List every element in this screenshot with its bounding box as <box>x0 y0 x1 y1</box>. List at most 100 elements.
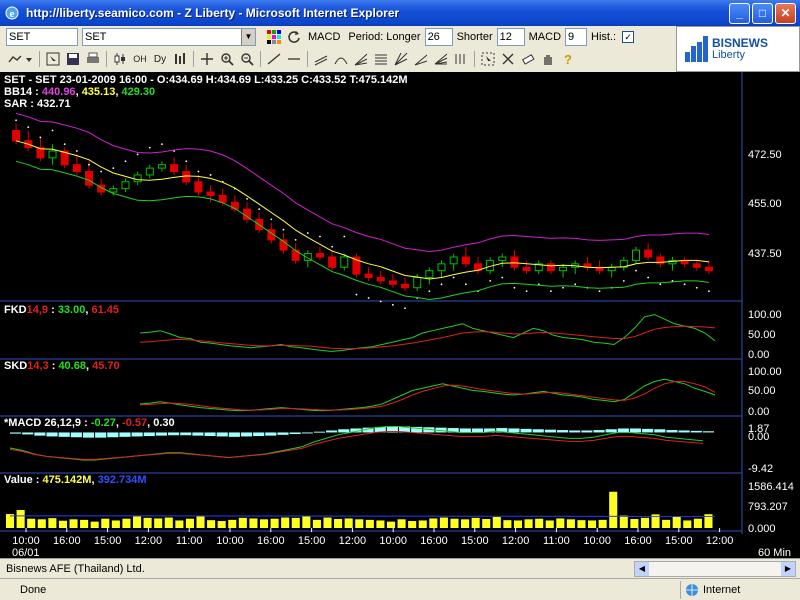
chart-toolbar-top: SET SET ▼ MACD Period: Longer 26 Shorter… <box>0 26 675 48</box>
sar-dot <box>683 283 686 286</box>
candle <box>461 256 470 265</box>
macd-hist-bar <box>143 432 155 437</box>
volume-bar <box>630 519 639 528</box>
x-date-label: 06/01 <box>12 547 40 558</box>
bb-label: BB14 : <box>4 86 39 98</box>
volume-bar <box>37 519 46 528</box>
fib-fan-icon[interactable] <box>431 49 451 69</box>
gann-icon[interactable] <box>391 49 411 69</box>
maximize-button[interactable]: □ <box>752 2 773 24</box>
symbol-input[interactable]: SET <box>6 28 78 46</box>
sar-dot <box>15 119 17 122</box>
macd-hist-bar <box>313 431 326 433</box>
print-icon[interactable] <box>83 49 103 69</box>
shorter-input[interactable]: 12 <box>496 28 525 46</box>
ohlc-icon[interactable]: OH <box>130 49 150 69</box>
candlestick-icon[interactable] <box>110 49 130 69</box>
macd-hist-bar <box>277 432 289 435</box>
minimize-button[interactable]: _ <box>729 2 750 24</box>
sar-dot <box>367 297 370 299</box>
chart-type-icon[interactable] <box>6 49 36 69</box>
horizontal-scrollbar[interactable]: ◀ ▶ <box>634 560 796 577</box>
fkd-label: FKD <box>4 304 27 316</box>
candle <box>546 263 555 272</box>
bar-type-icon[interactable] <box>170 49 190 69</box>
volume-bar <box>524 519 533 528</box>
zoom-in-icon[interactable] <box>217 49 237 69</box>
volume-avg-line <box>9 515 716 517</box>
fkd-value-k: 33.00 <box>57 304 86 316</box>
cycle-icon[interactable] <box>451 49 471 69</box>
fan-icon[interactable] <box>351 49 371 69</box>
x-tick-label: 11:00 <box>176 535 203 547</box>
select-icon[interactable] <box>478 49 498 69</box>
refresh-icon[interactable] <box>284 27 304 47</box>
candle <box>145 167 154 176</box>
candle <box>413 276 422 289</box>
sar-dot <box>161 143 163 146</box>
help-icon[interactable]: ? <box>558 49 578 69</box>
macd-input[interactable]: 9 <box>565 28 588 46</box>
candle <box>12 130 21 142</box>
period-longer-label: Period: Longer <box>348 31 421 43</box>
symbol-select[interactable]: SET ▼ <box>82 28 256 46</box>
macd-hist-bar <box>180 432 192 436</box>
macd-hist-bar <box>629 428 642 433</box>
macd-hist-bar <box>240 432 253 437</box>
skd-legend: SKD14,3 : 40.68, 45.70 <box>4 360 120 372</box>
x-tick-label: 12:00 <box>339 535 367 547</box>
volume-bar <box>154 518 163 528</box>
scroll-right-icon[interactable]: ▶ <box>781 561 795 576</box>
trend-line-icon[interactable] <box>264 49 284 69</box>
arc-icon[interactable] <box>331 49 351 69</box>
chart-area[interactable]: 472.50 455.00 437.50 100.00 50.00 0.00 100.00 5… <box>0 72 800 558</box>
fibonacci-icon[interactable] <box>371 49 391 69</box>
fkd-k-line <box>139 314 716 352</box>
horizontal-line-icon[interactable] <box>284 49 304 69</box>
dy-icon[interactable]: Dy <box>150 49 170 69</box>
skd-param: 14,3 <box>27 360 49 372</box>
color-grid-icon[interactable] <box>264 27 284 47</box>
macd-hist-bar <box>666 430 678 433</box>
delete-icon[interactable] <box>498 49 518 69</box>
hist-checkbox[interactable]: ✓ <box>622 31 635 43</box>
volume-bar <box>503 520 512 528</box>
close-button[interactable]: ✕ <box>775 2 796 24</box>
cursor-box-icon[interactable] <box>43 49 63 69</box>
sar-dot <box>622 280 625 282</box>
eraser-icon[interactable] <box>518 49 538 69</box>
volume-value-2: 392.734M <box>97 474 147 486</box>
x-tick-label: 12:00 <box>135 535 163 547</box>
crosshair-icon[interactable] <box>197 49 217 69</box>
candle <box>328 256 337 268</box>
candle <box>449 256 458 265</box>
candle <box>498 256 507 261</box>
volume-bar <box>58 520 67 528</box>
scroll-left-icon[interactable]: ◀ <box>635 561 649 576</box>
skd-label: SKD <box>4 360 28 372</box>
skd-y-tick: 0.00 <box>748 406 769 418</box>
hand-icon[interactable] <box>538 49 558 69</box>
sar-dot <box>51 129 54 132</box>
channel-icon[interactable] <box>311 49 331 69</box>
volume-bar <box>619 515 628 528</box>
save-icon[interactable] <box>63 49 83 69</box>
volume-bar <box>376 520 385 528</box>
candle <box>340 256 349 268</box>
speed-line-icon[interactable] <box>411 49 431 69</box>
macd-hist-bar <box>459 428 471 433</box>
zoom-out-icon[interactable] <box>237 49 257 69</box>
sar-dot <box>391 303 394 306</box>
period-longer-input[interactable]: 26 <box>424 28 453 46</box>
sar-dot <box>550 290 552 293</box>
candle <box>559 266 568 272</box>
price-y-tick: 437.50 <box>748 248 782 260</box>
candle <box>425 270 434 278</box>
sar-dot <box>695 286 698 289</box>
candle <box>401 283 410 289</box>
volume-bar <box>609 491 618 528</box>
interval-label: 60 Min <box>758 547 791 558</box>
sar-dot <box>258 208 261 211</box>
macd-label: MACD <box>528 31 562 43</box>
candle <box>388 280 397 285</box>
